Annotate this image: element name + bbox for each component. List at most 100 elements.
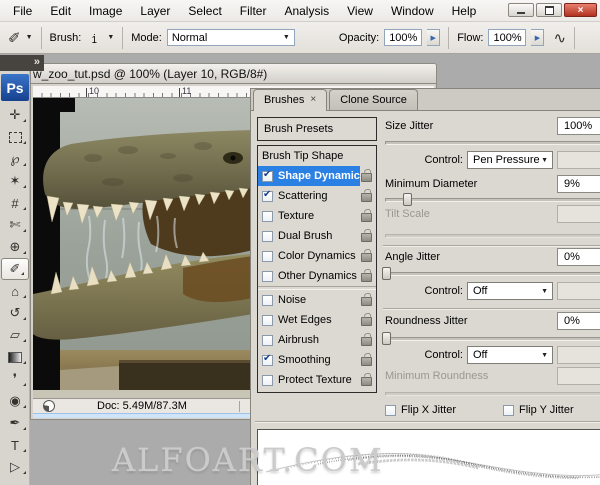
checkbox[interactable] [262, 230, 273, 242]
lock-icon[interactable] [361, 337, 372, 346]
checkbox[interactable] [262, 314, 273, 326]
tilt-scale-slider [385, 234, 600, 238]
checkbox[interactable] [262, 270, 273, 282]
roundness-jitter-input[interactable]: 0% [557, 312, 600, 330]
size-jitter-slider[interactable] [385, 141, 600, 145]
airbrush-icon[interactable]: ∿ [553, 29, 566, 47]
menu-window[interactable]: Window [382, 1, 443, 21]
close-tab-icon[interactable]: × [310, 94, 316, 105]
checkbox[interactable] [262, 189, 273, 202]
lock-icon[interactable] [361, 273, 372, 282]
gradient-tool[interactable] [0, 346, 30, 368]
minimize-button[interactable] [508, 3, 534, 17]
opacity-spinner[interactable]: ▶ [427, 29, 441, 46]
roundness-jitter-slider[interactable] [382, 332, 600, 345]
menu-select[interactable]: Select [179, 1, 230, 21]
menu-layer[interactable]: Layer [131, 1, 179, 21]
lock-icon[interactable] [361, 213, 372, 222]
checkbox[interactable] [262, 169, 273, 182]
lock-icon[interactable] [361, 193, 372, 202]
checkbox[interactable] [262, 210, 273, 222]
lasso-tool[interactable]: ℘ [0, 148, 30, 170]
minimum-diameter-slider[interactable] [385, 193, 600, 206]
dock-collapse-header[interactable]: » [0, 55, 44, 71]
option-protect-texture[interactable]: Protect Texture [258, 370, 376, 390]
tab-brushes[interactable]: Brushes × [253, 89, 328, 111]
lock-icon[interactable] [361, 357, 372, 366]
control-dropdown[interactable]: Pen Pressure ▼ [467, 151, 553, 169]
brush-picker-arrow-icon[interactable]: ▼ [107, 34, 114, 41]
slider-thumb[interactable] [382, 332, 391, 345]
lock-icon[interactable] [361, 297, 372, 306]
menu-help[interactable]: Help [443, 1, 486, 21]
size-jitter-input[interactable]: 100% [557, 117, 600, 135]
menu-image[interactable]: Image [80, 1, 131, 21]
mode-dropdown[interactable]: Normal ▼ [166, 29, 295, 46]
minimum-diameter-input[interactable]: 9% [557, 175, 600, 193]
angle-jitter-input[interactable]: 0% [557, 248, 600, 266]
brush-tip-shape-item[interactable]: Brush Tip Shape [258, 146, 376, 166]
chevron-down-icon: ▼ [541, 351, 548, 359]
brush-tool[interactable]: ✐ [1, 258, 29, 280]
angle-jitter-slider[interactable] [382, 267, 600, 280]
option-other-dynamics[interactable]: Other Dynamics [258, 266, 376, 286]
option-scattering[interactable]: Scattering [258, 186, 376, 206]
healing-brush-tool[interactable]: ⊕ [0, 236, 30, 258]
menu-filter[interactable]: Filter [231, 1, 276, 21]
menu-edit[interactable]: Edit [41, 1, 80, 21]
checkbox[interactable] [262, 294, 273, 306]
menu-view[interactable]: View [338, 1, 382, 21]
menu-analysis[interactable]: Analysis [275, 1, 338, 21]
option-airbrush[interactable]: Airbrush [258, 330, 376, 350]
checkbox[interactable] [262, 374, 273, 386]
brush-tool-icon[interactable]: ✐ [8, 29, 21, 47]
option-dual-brush[interactable]: Dual Brush [258, 226, 376, 246]
option-noise[interactable]: Noise [258, 290, 376, 310]
lock-icon[interactable] [361, 173, 372, 182]
magic-wand-tool[interactable]: ✶ [0, 170, 30, 192]
option-smoothing[interactable]: Smoothing [258, 350, 376, 370]
eraser-tool[interactable]: ▱ [0, 324, 30, 346]
flip-y-checkbox[interactable] [503, 404, 514, 416]
option-color-dynamics[interactable]: Color Dynamics [258, 246, 376, 266]
flow-spinner[interactable]: ▶ [531, 29, 545, 46]
lock-icon[interactable] [361, 377, 372, 386]
chevron-down-icon: ▼ [541, 287, 548, 295]
move-tool[interactable]: ✛ [0, 104, 30, 126]
type-tool[interactable]: T [0, 434, 30, 456]
opacity-input[interactable]: 100% [384, 29, 423, 46]
tab-clone-source[interactable]: Clone Source [329, 89, 418, 110]
control-dropdown[interactable]: Off ▼ [467, 282, 553, 300]
flow-input[interactable]: 100% [488, 29, 527, 46]
option-texture[interactable]: Texture [258, 206, 376, 226]
marquee-tool[interactable] [0, 126, 30, 148]
brush-preview[interactable]: · 1 [86, 29, 102, 45]
pen-tool[interactable]: ✒ [0, 412, 30, 434]
blur-tool[interactable]: ❜ [0, 368, 30, 390]
slice-tool[interactable]: ✄ [0, 214, 30, 236]
lock-icon[interactable] [361, 233, 372, 242]
checkbox[interactable] [262, 250, 273, 262]
checkbox[interactable] [262, 334, 273, 346]
crop-tool[interactable]: # [0, 192, 30, 214]
checkbox[interactable] [262, 353, 273, 366]
slider-thumb[interactable] [382, 267, 391, 280]
tool-preset-arrow-icon[interactable]: ▼ [26, 34, 33, 41]
flip-x-checkbox[interactable] [385, 404, 396, 416]
status-icon[interactable] [43, 400, 55, 412]
option-wet-edges[interactable]: Wet Edges [258, 310, 376, 330]
clone-stamp-tool[interactable]: ⌂ [0, 280, 30, 302]
option-shape-dynamics[interactable]: Shape Dynamics [258, 166, 376, 186]
dodge-tool[interactable]: ◉ [0, 390, 30, 412]
close-button[interactable]: × [564, 3, 597, 17]
lock-icon[interactable] [361, 317, 372, 326]
history-brush-tool[interactable]: ↺ [0, 302, 30, 324]
lock-icon[interactable] [361, 253, 372, 262]
restore-button[interactable] [536, 3, 562, 17]
path-select-tool[interactable]: ▷ [0, 456, 30, 478]
menu-file[interactable]: File [4, 1, 41, 21]
control-dropdown[interactable]: Off ▼ [467, 346, 553, 364]
document-title-bar[interactable]: w_zoo_tut.psd @ 100% (Layer 10, RGB/8#) [30, 63, 437, 84]
ruler-label: 11 [182, 86, 192, 96]
brush-presets-item[interactable]: Brush Presets [257, 117, 377, 141]
